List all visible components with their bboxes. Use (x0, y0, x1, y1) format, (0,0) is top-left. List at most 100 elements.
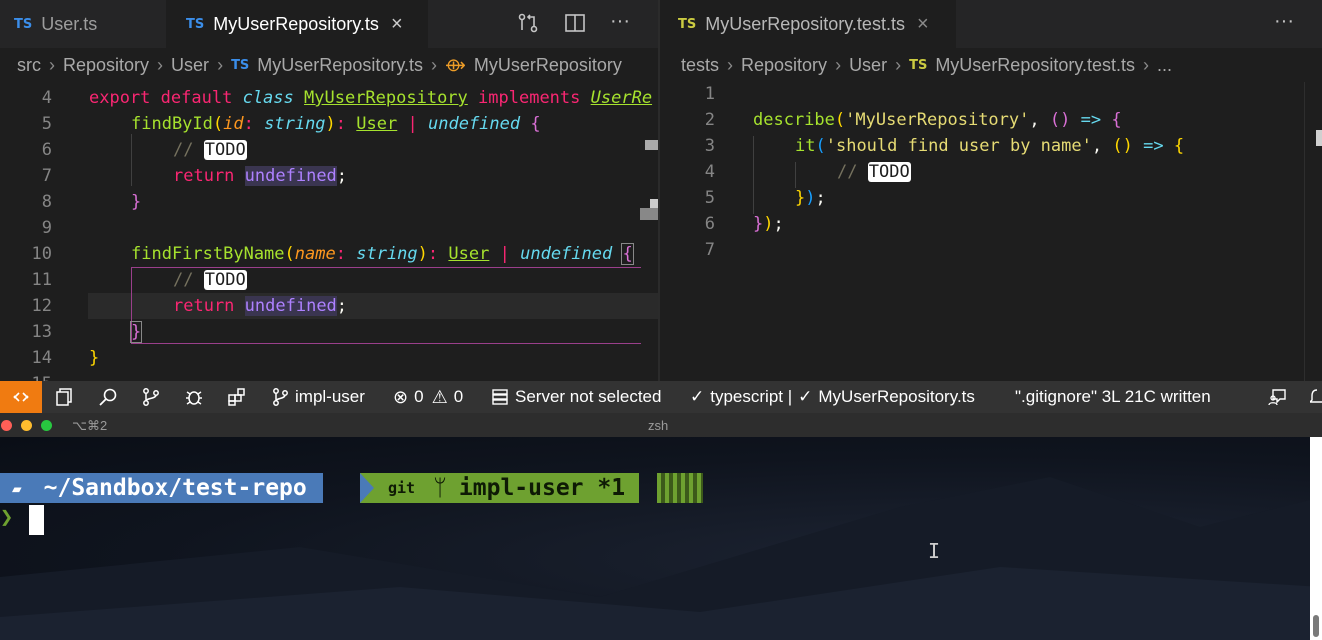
status-bar: impl-user ⊗ 0 ⚠ 0 Server not selected ✓ … (0, 381, 1322, 413)
code-line: } (129, 321, 143, 343)
tab-my-user-repository-test[interactable]: TS MyUserRepository.test.ts × (660, 0, 956, 48)
source-control-icon[interactable] (141, 381, 161, 413)
typescript-file-icon: TS (186, 16, 205, 32)
code-line: findById(id: string): User | undefined { (131, 114, 541, 134)
left-code-editor[interactable]: 4 5 6 7 8 9 10 11 12 13 14 15 export def… (0, 82, 658, 381)
code-line: return undefined; (173, 166, 348, 186)
text-cursor-icon: I (928, 539, 941, 563)
code-line: findFirstByName(name: string): User | un… (131, 243, 634, 265)
breadcrumb-item[interactable]: tests (681, 55, 719, 76)
feedback-icon[interactable] (1268, 381, 1288, 413)
maximize-window-button[interactable] (41, 420, 52, 431)
breadcrumb-item[interactable]: src (17, 55, 41, 76)
right-code-editor[interactable]: 1 2 3 4 5 6 7 describe('MyUserRepository… (660, 82, 1322, 381)
error-count: 0 (414, 387, 424, 406)
language-label: typescript | (710, 387, 793, 406)
minimap-mark (640, 208, 658, 220)
minimap-mark (645, 140, 658, 150)
chevron-right-icon: › (727, 54, 734, 75)
breadcrumb-item[interactable]: MyUserRepository.test.ts (935, 55, 1135, 76)
terminal-pane[interactable]: ▰ ~/Sandbox/test-repo git ᛘ impl-user *1… (0, 437, 1322, 640)
line-number: 4 (704, 162, 715, 182)
terminal-scrollbar-thumb[interactable] (1313, 615, 1319, 637)
powerline-dither (657, 473, 703, 503)
powerline-separator (360, 473, 374, 503)
code-line: describe('MyUserRepository', () => { (753, 110, 1122, 130)
language-status[interactable]: ✓ typescript | ✓ MyUserRepository.ts (690, 381, 975, 413)
minimize-window-button[interactable] (21, 420, 32, 431)
breadcrumb-item[interactable]: Repository (63, 55, 149, 76)
breadcrumb-item[interactable]: User (849, 55, 887, 76)
git-branch-status: impl-user *1 (458, 475, 626, 501)
line-number: 1 (704, 84, 715, 104)
line-number: 2 (704, 110, 715, 130)
debug-icon[interactable] (184, 381, 204, 413)
chevron-right-icon: › (217, 54, 224, 75)
typescript-test-file-icon: TS (909, 57, 928, 73)
breadcrumb-item[interactable]: MyUserRepository (474, 55, 622, 76)
window-title: zsh (648, 418, 669, 433)
left-tab-bar: TS User.ts TS MyUserRepository.ts × ··· (0, 0, 658, 48)
line-number: 15 (12, 374, 52, 381)
tab-label: MyUserRepository.ts (213, 13, 379, 34)
tab-my-user-repository[interactable]: TS MyUserRepository.ts × (166, 0, 428, 48)
window-shortcut: ⌥⌘2 (72, 418, 108, 433)
close-window-button[interactable] (1, 420, 12, 431)
scrollbar-track[interactable] (1304, 82, 1305, 381)
server-status[interactable]: Server not selected (492, 381, 661, 413)
code-line: }); (795, 188, 826, 208)
breadcrumb-item[interactable]: ... (1157, 55, 1172, 76)
code-line: // TODO (173, 270, 247, 290)
more-actions-icon[interactable]: ··· (1274, 10, 1294, 33)
remote-indicator[interactable] (0, 381, 42, 413)
server-label: Server not selected (515, 387, 662, 406)
code-line: } (89, 348, 100, 368)
tab-label: MyUserRepository.test.ts (705, 13, 905, 34)
check-icon: ✓ (690, 387, 705, 406)
typescript-file-icon: TS (14, 16, 33, 32)
line-number: 12 (31, 296, 52, 316)
close-tab-icon[interactable]: × (391, 13, 403, 36)
breadcrumb-item[interactable]: MyUserRepository.ts (257, 55, 423, 76)
breadcrumb: tests › Repository › User › TS MyUserReposit… (681, 48, 1301, 82)
copy-icon[interactable] (54, 381, 74, 413)
terminal-scrollbar[interactable] (1310, 437, 1322, 640)
wallpaper-mountains (0, 477, 1322, 640)
line-number: 10 (31, 244, 52, 264)
code-line: } (131, 192, 142, 212)
line-number: 8 (41, 192, 52, 212)
search-icon[interactable] (98, 381, 118, 413)
extensions-icon[interactable] (227, 381, 247, 413)
line-number: 3 (704, 136, 715, 156)
check-icon: ✓ (798, 387, 813, 406)
chevron-right-icon: › (1143, 54, 1150, 75)
code-line: export default class MyUserRepository im… (89, 88, 653, 108)
indent-guide (131, 134, 132, 186)
indent-guide (753, 136, 754, 214)
git-branch[interactable]: impl-user (271, 381, 365, 413)
indent-guide (795, 162, 796, 188)
branch-name: impl-user (295, 387, 365, 406)
error-icon: ⊗ (393, 386, 409, 407)
chevron-right-icon: › (895, 54, 902, 75)
typescript-file-icon: TS (231, 57, 250, 73)
problems-indicator[interactable]: ⊗ 0 ⚠ 0 (393, 381, 463, 413)
code-line: return undefined; (173, 296, 348, 316)
more-actions-icon[interactable]: ··· (610, 10, 630, 33)
tab-user-ts[interactable]: TS User.ts (0, 0, 166, 48)
split-editor-icon[interactable] (564, 12, 586, 40)
class-symbol-icon: ⟴ (445, 54, 466, 75)
typescript-test-file-icon: TS (678, 16, 697, 32)
prompt-symbol: ❯ (0, 505, 14, 530)
code-line: }); (753, 214, 784, 234)
current-path: ~/Sandbox/test-repo (43, 475, 307, 501)
code-line: // TODO (837, 162, 911, 182)
warning-count: 0 (453, 387, 464, 406)
open-changes-icon[interactable] (517, 12, 539, 40)
remote-icon (13, 392, 29, 402)
close-tab-icon[interactable]: × (917, 13, 929, 36)
prompt-path-segment: ▰ ~/Sandbox/test-repo (0, 473, 323, 503)
breadcrumb-item[interactable]: User (171, 55, 209, 76)
notifications-icon[interactable] (1310, 381, 1322, 413)
breadcrumb-item[interactable]: Repository (741, 55, 827, 76)
